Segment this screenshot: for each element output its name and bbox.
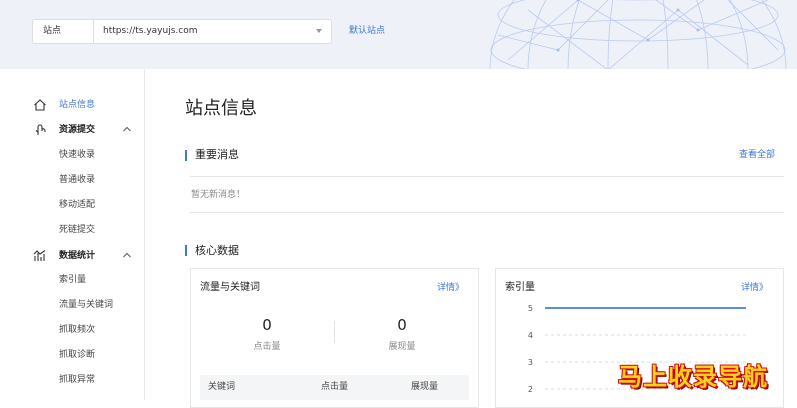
site-url-select[interactable]: https://ts.yayujs.com [93,19,332,44]
site-type-value: 站点 [43,26,62,36]
section-marker [185,245,187,256]
default-site-link[interactable]: 默认站点 [349,19,385,44]
impressions-value: 0 [397,316,407,334]
empty-messages-text: 暂无新消息！ [191,190,246,200]
traffic-detail-link[interactable]: 详情》 [437,282,464,294]
page-title: 站点信息 [185,98,257,119]
chevron-up-icon [123,252,131,258]
watermark: 马上收录导航 [618,363,768,391]
traffic-keywords-card: 流量与关键词 详情》 0 点击量 0 展现量 关键词 点击量 展现量 [190,268,479,408]
top-header: 站点 https://ts.yayujs.com 默认站点 [0,0,797,69]
clicks-value: 0 [262,316,272,334]
sidebar-item-fast-index[interactable]: 快速收录 [59,148,95,162]
site-type-select[interactable]: 站点 [32,19,94,44]
sidebar-group-label: 资源提交 [59,125,96,135]
y-tick-label: 4 [528,331,533,340]
sidebar-item-traffic-keywords[interactable]: 流量与关键词 [59,298,113,312]
sidebar-item-crawl-errors[interactable]: 抓取异常 [59,373,95,387]
sidebar-group-data-stats[interactable]: 数据统计 [0,248,145,264]
divider [334,321,335,343]
sidebar-item-label: 站点信息 [59,100,96,110]
stats-icon [33,250,46,261]
sidebar-item-dead-link[interactable]: 死链提交 [59,223,95,237]
sidebar-item-crawl-diagnosis[interactable]: 抓取诊断 [59,348,95,362]
submit-icon [35,124,46,135]
divider [190,212,784,213]
sidebar-item-index-volume[interactable]: 索引量 [59,273,86,287]
clicks-label: 点击量 [253,342,281,352]
core-data-section-title: 核心数据 [195,244,239,257]
sidebar-item-site-info[interactable]: 站点信息 [0,97,145,113]
home-icon [34,99,46,111]
sidebar-item-crawl-frequency[interactable]: 抓取频次 [59,323,95,337]
chevron-up-icon [123,126,131,132]
column-header-impressions: 展现量 [411,382,439,392]
view-all-link[interactable]: 查看全部 [739,149,775,161]
column-header-clicks: 点击量 [321,382,349,392]
y-tick-label: 3 [528,358,533,367]
messages-section-title: 重要消息 [195,148,239,161]
sidebar-group-label: 数据统计 [59,251,96,261]
section-marker [185,150,187,161]
card-title: 流量与关键词 [200,282,260,293]
divider [190,176,784,177]
sidebar-item-mobile-adapt[interactable]: 移动适配 [59,198,95,212]
y-tick-label: 2 [528,385,533,394]
column-header-keyword: 关键词 [208,382,236,392]
site-url-value: https://ts.yayujs.com [103,26,198,36]
y-tick-label: 5 [528,304,533,313]
sidebar-item-normal-index[interactable]: 普通收录 [59,173,95,187]
sidebar: 站点信息 资源提交 快速收录 普通收录 移动适配 死链提交 数据统计 索引量 流… [0,69,145,400]
impressions-label: 展现量 [388,342,416,352]
globe-decoration [489,0,787,69]
sidebar-group-resource-submit[interactable]: 资源提交 [0,122,145,138]
keyword-table-header: 关键词 点击量 展现量 [200,375,469,400]
chevron-down-icon [316,29,322,33]
